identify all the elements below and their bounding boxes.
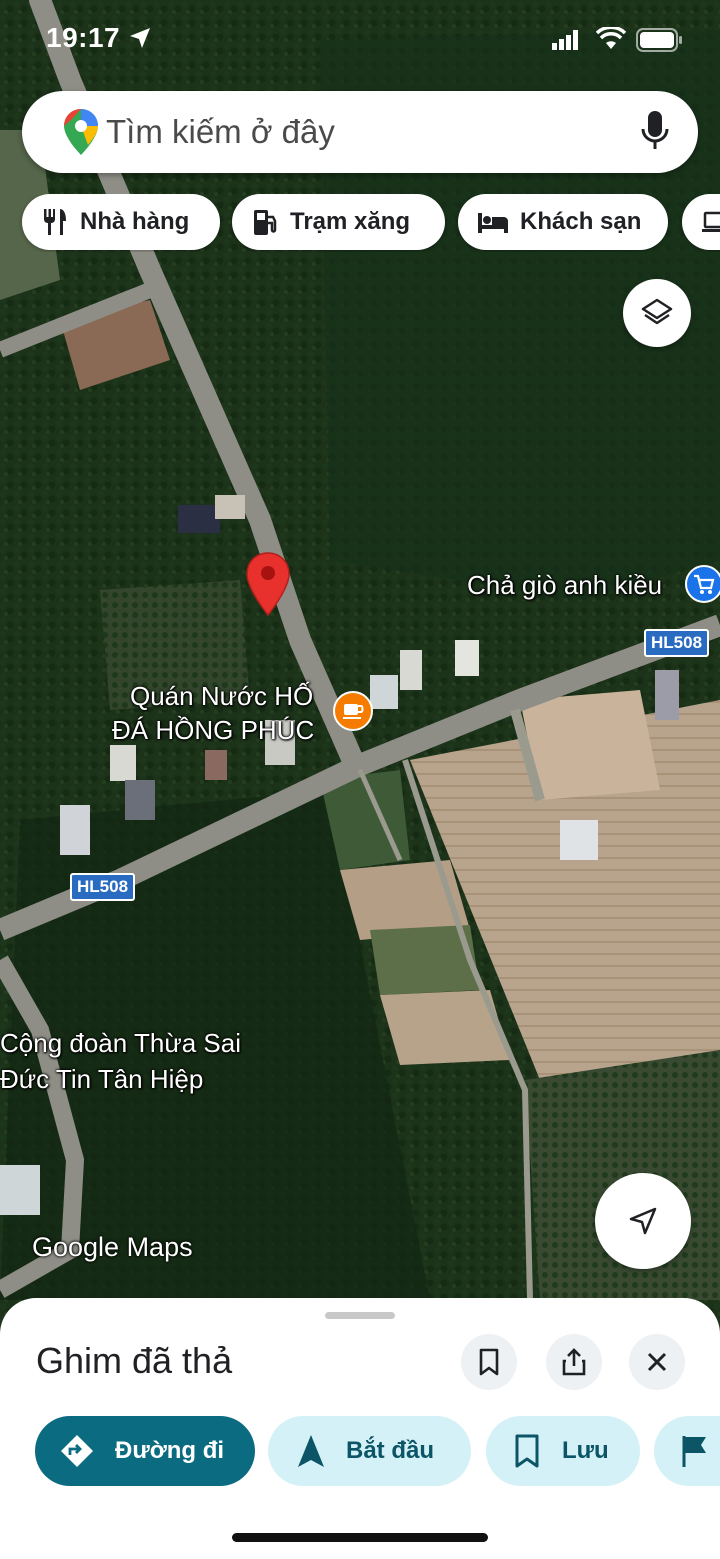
google-maps-watermark: Google Maps	[32, 1232, 193, 1262]
label-flag-button[interactable]	[654, 1416, 720, 1486]
restaurant-icon	[44, 209, 66, 235]
laptop-icon	[702, 211, 720, 232]
share-icon	[562, 1348, 586, 1376]
chip-label: Khách sạn	[520, 208, 642, 235]
battery-icon	[636, 28, 682, 52]
sheet-title: Ghim đã thả	[36, 1340, 233, 1381]
start-button[interactable]: Bắt đầu	[268, 1416, 471, 1486]
cellular-signal-icon	[552, 30, 578, 50]
place-label-cha-gio[interactable]: Chả giò anh kiều	[467, 568, 662, 602]
bottom-sheet[interactable]: Ghim đã thả Đường đi Bắt đầu Lưu	[0, 1298, 720, 1559]
sheet-drag-handle[interactable]	[325, 1312, 395, 1319]
search-bar[interactable]: Tìm kiếm ở đây	[22, 91, 698, 173]
navigation-arrow-icon	[629, 1207, 657, 1235]
chip-hotels[interactable]: Khách sạn	[458, 194, 668, 250]
place-label-cong-doan-line2[interactable]: Đức Tin Tân Hiệp	[0, 1062, 203, 1096]
place-label-quan-nuoc-line1[interactable]: Quán Nước HỐ	[130, 679, 313, 713]
chip-restaurants[interactable]: Nhà hàng	[22, 194, 220, 250]
directions-label: Đường đi	[115, 1437, 225, 1464]
directions-button[interactable]: Đường đi	[35, 1416, 255, 1486]
chip-label: Nhà hàng	[80, 208, 190, 235]
flag-icon	[682, 1436, 706, 1467]
chip-more[interactable]	[682, 194, 720, 250]
road-shield-hl508: HL508	[70, 873, 136, 901]
hotel-icon	[478, 213, 508, 233]
start-label: Bắt đầu	[346, 1437, 435, 1464]
chip-gas-stations[interactable]: Trạm xăng	[232, 194, 445, 250]
google-maps-logo-icon	[64, 109, 98, 155]
wifi-icon	[596, 27, 626, 49]
status-bar: 19:17	[0, 0, 720, 80]
bookmark-button[interactable]	[461, 1334, 517, 1390]
dropped-pin-icon[interactable]	[245, 551, 291, 617]
cafe-icon[interactable]	[332, 690, 374, 732]
layers-icon	[641, 298, 673, 325]
shopping-cart-icon[interactable]	[684, 564, 720, 604]
close-button[interactable]	[629, 1334, 685, 1390]
category-chips: Nhà hàng Trạm xăng Khách sạn	[0, 194, 720, 252]
gas-station-icon	[254, 210, 277, 235]
save-button[interactable]: Lưu	[486, 1416, 640, 1486]
chip-label: Trạm xăng	[290, 208, 411, 235]
directions-icon	[61, 1435, 93, 1467]
status-time: 19:17	[46, 22, 121, 53]
layers-button[interactable]	[623, 279, 691, 347]
bookmark-icon	[515, 1434, 539, 1468]
place-label-cong-doan-line1[interactable]: Cộng đoàn Thừa Sai	[0, 1026, 241, 1060]
share-button[interactable]	[546, 1334, 602, 1390]
close-icon	[647, 1352, 667, 1372]
my-location-button[interactable]	[595, 1173, 691, 1269]
search-placeholder[interactable]: Tìm kiếm ở đây	[106, 113, 335, 151]
microphone-icon[interactable]	[640, 109, 670, 155]
navigation-arrow-icon	[298, 1435, 324, 1467]
location-arrow-icon	[130, 28, 150, 48]
save-label: Lưu	[562, 1437, 609, 1464]
bookmark-icon	[479, 1348, 499, 1376]
home-indicator[interactable]	[232, 1533, 488, 1542]
road-shield-hl508: HL508	[644, 629, 710, 657]
place-label-quan-nuoc-line2[interactable]: ĐÁ HỒNG PHÚC	[112, 713, 314, 747]
